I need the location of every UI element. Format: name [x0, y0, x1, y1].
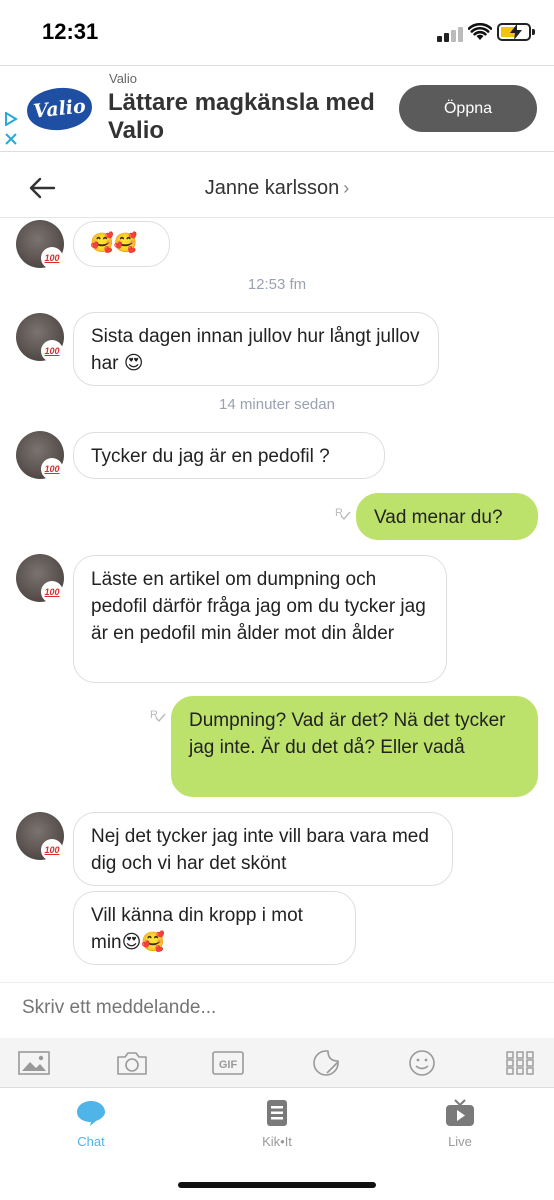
hundred-points-badge: 100 — [41, 247, 63, 269]
avatar[interactable]: 100 — [16, 812, 64, 861]
tab-kikit[interactable]: Kik•It — [237, 1099, 317, 1149]
document-icon — [267, 1100, 287, 1126]
adchoices-play-icon[interactable] — [4, 112, 18, 126]
message-timestamp: 14 minuter sedan — [219, 396, 335, 413]
apps-grid-icon[interactable] — [504, 1049, 536, 1077]
tab-chat[interactable]: Chat — [51, 1099, 131, 1149]
gif-icon[interactable]: GIF — [212, 1049, 244, 1077]
ad-brand: Valio — [109, 71, 137, 86]
battery-icon — [497, 23, 531, 41]
avatar[interactable]: 100 — [16, 554, 64, 603]
chat-bubble-icon — [77, 1101, 105, 1126]
wifi-icon — [468, 23, 492, 40]
contact-name-label: Janne karlsson — [204, 177, 340, 199]
message-input[interactable] — [22, 997, 522, 1019]
avatar[interactable]: 100 — [16, 220, 64, 269]
incoming-message[interactable]: Nej det tycker jag inte vill bara vara m… — [73, 812, 453, 886]
tab-kikit-label: Kik•It — [262, 1134, 292, 1149]
status-time: 12:31 — [42, 19, 99, 44]
hundred-points-badge: 100 — [41, 581, 63, 603]
image-icon[interactable] — [18, 1049, 50, 1077]
hundred-points-badge: 100 — [41, 458, 63, 480]
incoming-message[interactable]: Sista dagen innan jullov hur långt jullo… — [73, 312, 439, 386]
outgoing-message[interactable]: Dumpning? Vad är det? Nä det tycker jag … — [171, 696, 538, 797]
tab-chat-label: Chat — [77, 1134, 105, 1149]
avatar[interactable]: 100 — [16, 313, 64, 362]
chat-header: Janne karlsson › — [0, 160, 554, 218]
gif-label: GIF — [219, 1059, 238, 1071]
media-bar: GIF — [0, 1038, 554, 1088]
battery-tip — [532, 29, 535, 35]
incoming-message[interactable]: Vill känna din kropp i mot min😍🥰 — [73, 891, 356, 965]
read-receipt-icon: R — [150, 709, 166, 723]
status-bar: 12:31 — [0, 0, 554, 64]
sticker-icon[interactable] — [310, 1049, 342, 1077]
home-indicator[interactable] — [178, 1182, 376, 1188]
hundred-points-badge: 100 — [41, 340, 63, 362]
tab-live[interactable]: Live — [420, 1099, 500, 1149]
read-receipt-icon: R — [335, 507, 351, 521]
incoming-message[interactable]: Tycker du jag är en pedofil ? — [73, 432, 385, 479]
emoji-icon[interactable] — [406, 1049, 438, 1077]
tab-live-label: Live — [448, 1134, 472, 1149]
ad-headline[interactable]: Lättare magkänsla med Valio — [108, 89, 398, 145]
incoming-message[interactable]: Läste en artikel om dumpning och pedofil… — [73, 555, 447, 683]
incoming-message[interactable]: 🥰🥰 — [73, 221, 170, 267]
ad-banner[interactable]: Valio Valio Lättare magkänsla med Valio … — [0, 65, 554, 152]
message-list[interactable]: 100 🥰🥰 12:53 fm 100 Sista dagen innan ju… — [0, 219, 554, 981]
message-timestamp: 12:53 fm — [247, 276, 307, 293]
camera-icon[interactable] — [116, 1049, 148, 1077]
contact-name[interactable]: Janne karlsson › — [0, 177, 554, 200]
avatar[interactable]: 100 — [16, 431, 64, 480]
chevron-right-icon: › — [343, 178, 350, 198]
hundred-points-badge: 100 — [41, 839, 63, 861]
composer — [0, 982, 554, 1037]
cellular-signal-icon — [437, 26, 463, 42]
valio-logo[interactable]: Valio — [24, 84, 95, 134]
ad-open-button[interactable]: Öppna — [399, 85, 537, 132]
ad-close-icon[interactable] — [4, 132, 18, 146]
outgoing-message[interactable]: Vad menar du? — [356, 493, 538, 540]
tv-play-icon — [446, 1099, 474, 1126]
